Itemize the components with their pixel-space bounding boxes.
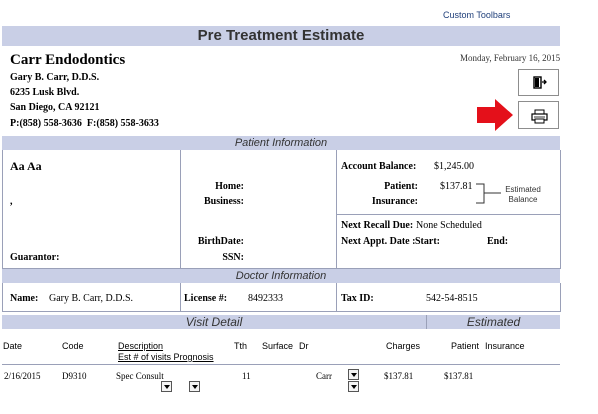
row-charges: $137.81 [384, 371, 414, 381]
practice-doctor: Gary B. Carr, D.D.S. [10, 72, 100, 83]
col-code: Code [62, 341, 84, 351]
business-label: Business: [203, 196, 244, 207]
practice-name: Carr Endodontics [10, 52, 126, 68]
patient-name: Aa Aa [10, 159, 42, 173]
col-surface: Surface [262, 341, 294, 351]
home-label: Home: [215, 181, 244, 192]
start-label: Start: [415, 236, 440, 247]
exit-door-icon [533, 76, 547, 89]
patient-balance-label: Patient: [384, 181, 418, 192]
patient-balance-value: $137.81 [440, 181, 473, 192]
license-value: 8492333 [248, 293, 283, 304]
printer-icon [531, 109, 548, 124]
print-button[interactable] [518, 101, 559, 129]
row-tth: 11 [242, 371, 251, 381]
col-charges: Charges [386, 341, 421, 351]
guarantor-label: Guarantor: [10, 252, 60, 263]
page-title: Pre Treatment Estimate [197, 27, 365, 44]
insurance-balance-label: Insurance: [371, 196, 418, 207]
title-bar: Pre Treatment Estimate [2, 26, 560, 46]
doctor-name-value: Gary B. Carr, D.D.S. [49, 293, 134, 304]
account-balance-value: $1,245.00 [434, 161, 474, 172]
prognosis-dropdown[interactable] [189, 381, 200, 392]
description-dropdown[interactable] [161, 381, 172, 392]
divider [336, 283, 337, 311]
header-divider [2, 364, 560, 365]
visit-detail-header: Visit Detail [2, 315, 426, 329]
doctor-info-header: Doctor Information [2, 269, 560, 283]
col-insurance: Insurance [485, 341, 525, 351]
divider [180, 283, 181, 311]
patient-info-header: Patient Information [2, 136, 560, 150]
ssn-label: SSN: [222, 252, 244, 263]
next-appt-label: Next Appt. Date : [341, 236, 416, 247]
table-row: 2/16/2015 D9310 Spec Consult 11 Carr $13… [0, 366, 598, 396]
exit-button[interactable] [518, 69, 559, 96]
estimated-note-line-1: Estimated [505, 185, 541, 194]
recall-value: None Scheduled [416, 220, 482, 231]
estimated-header: Estimated [427, 315, 560, 329]
report-date: Monday, February 16, 2015 [460, 53, 561, 63]
custom-toolbars-link[interactable]: Custom Toolbars [443, 10, 510, 20]
practice-address-1: 6235 Lusk Blvd. [10, 87, 80, 98]
bracket-icon [476, 183, 501, 204]
col-tth: Tth [234, 341, 248, 351]
estimated-note-line-2: Balance [508, 195, 538, 204]
col-patient: Patient [451, 341, 480, 351]
divider [336, 214, 560, 215]
license-label: License #: [184, 293, 228, 304]
estimated-balance-note: Estimated Balance [503, 185, 543, 205]
practice-address-2: San Diego, CA 92121 [10, 102, 100, 113]
birthdate-label: BirthDate: [197, 236, 244, 247]
divider [336, 150, 337, 268]
taxid-label: Tax ID: [341, 293, 374, 304]
patient-info-box [2, 150, 561, 269]
col-dr: Dr [299, 341, 309, 351]
end-label: End: [487, 236, 509, 247]
row-patient: $137.81 [444, 371, 474, 381]
account-balance-label: Account Balance: [341, 161, 417, 172]
col-description: Description [118, 341, 164, 351]
col-est-visits: Est # of visits Prognosis [118, 352, 214, 362]
doctor-name-label: Name: [10, 293, 39, 304]
dr-dropdown[interactable] [348, 369, 359, 380]
divider [180, 150, 181, 268]
row-code: D9310 [62, 371, 87, 381]
taxid-value: 542-54-8515 [426, 293, 478, 304]
col-date: Date [3, 341, 23, 351]
row-dr: Carr [316, 371, 332, 381]
row-date: 2/16/2015 [4, 371, 41, 381]
red-arrow-icon [477, 99, 513, 131]
row-description: Spec Consult [116, 371, 164, 381]
practice-phones: P:(858) 558-3636 F:(858) 558-3633 [10, 118, 159, 129]
recall-label: Next Recall Due: [341, 220, 414, 231]
patient-comma: , [10, 196, 13, 207]
dr-secondary-dropdown[interactable] [348, 381, 359, 392]
